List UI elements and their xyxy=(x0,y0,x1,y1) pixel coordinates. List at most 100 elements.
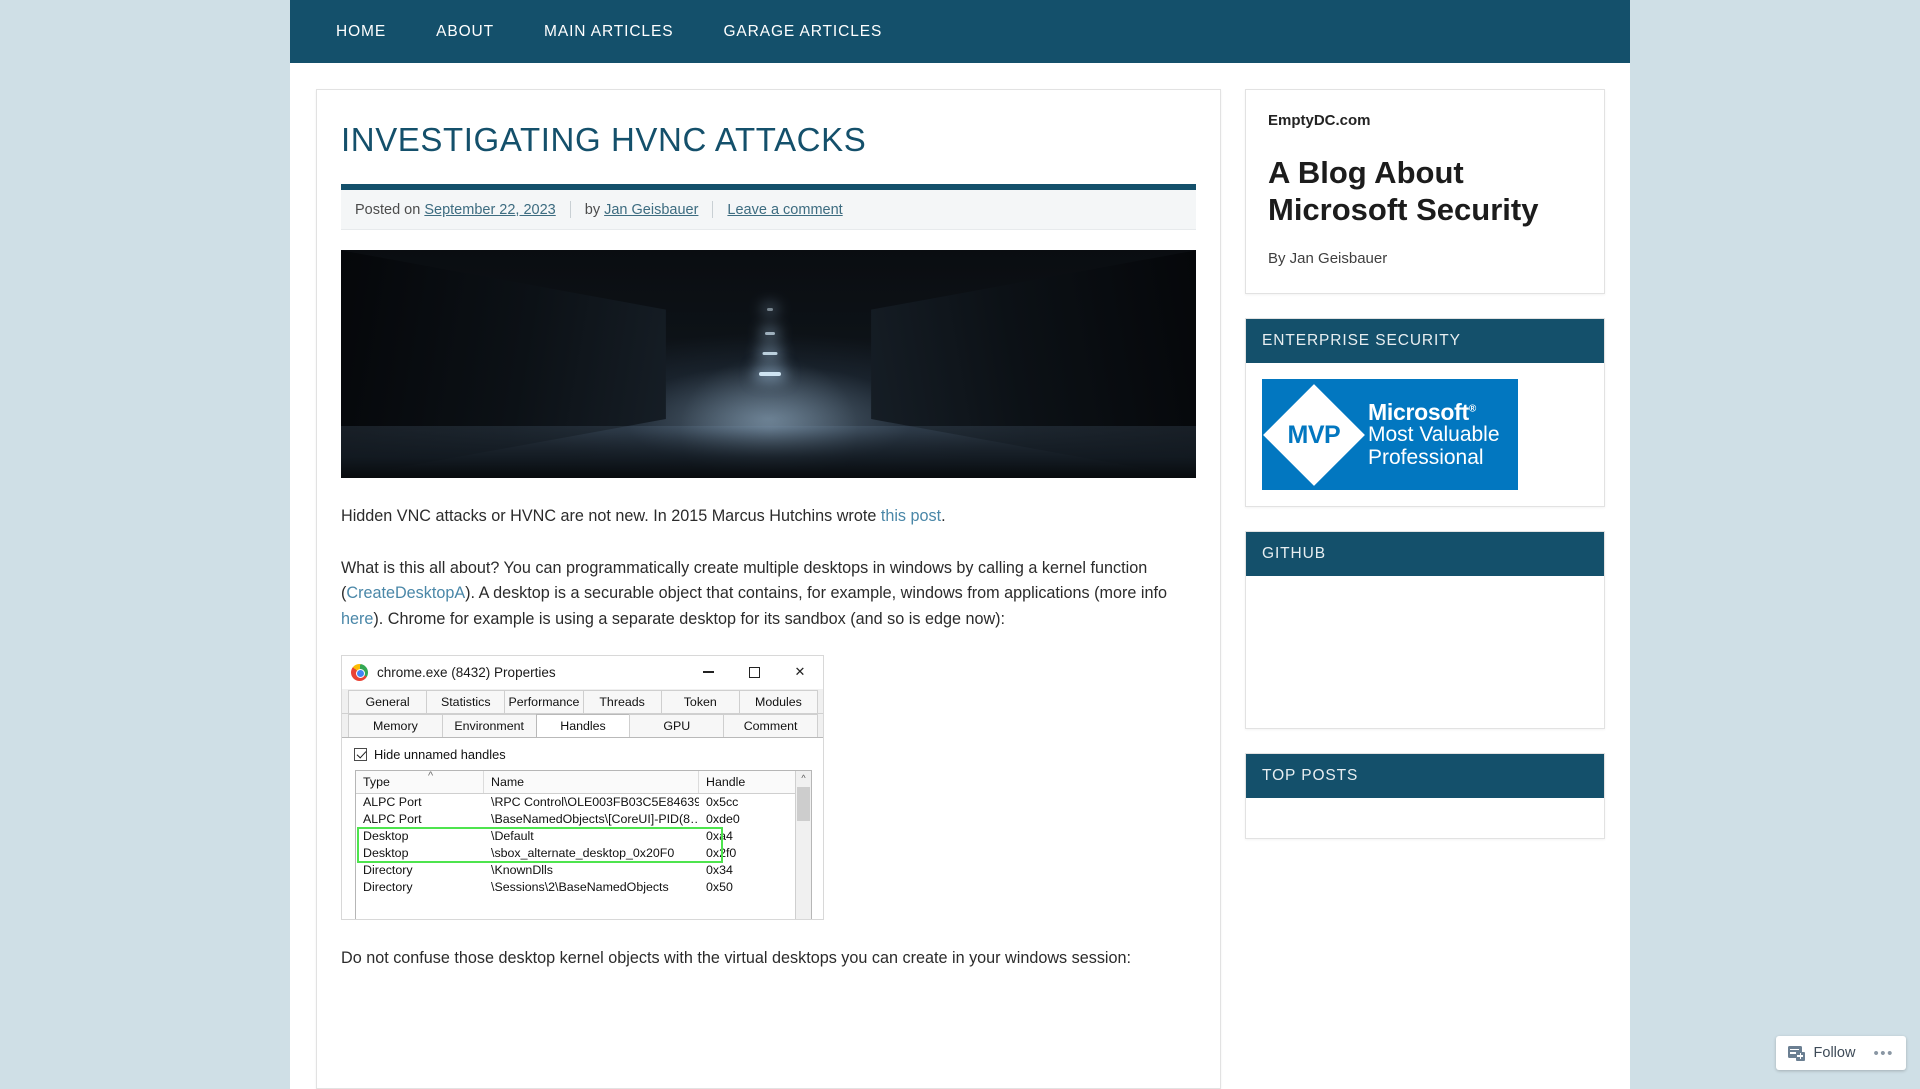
nav-item-home[interactable]: Home xyxy=(336,23,386,41)
paragraph-2-text-c: ). Chrome for example is using a separat… xyxy=(373,610,1006,629)
tab-token[interactable]: Token xyxy=(660,689,740,713)
follow-label: Follow xyxy=(1813,1045,1856,1061)
paragraph-2-text-b: ). A desktop is a securable object that … xyxy=(465,584,1167,603)
widget-body-top-posts xyxy=(1246,798,1604,838)
cell-name: \Sessions\2\BaseNamedObjects xyxy=(491,880,669,895)
close-icon[interactable]: ✕ xyxy=(777,656,823,690)
meta-separator-1 xyxy=(569,201,571,219)
table-row[interactable]: Directory \Sessions\2\BaseNamedObjects 0… xyxy=(356,879,811,896)
tab-general[interactable]: General xyxy=(348,689,428,713)
widget-title-enterprise-security: Enterprise Security xyxy=(1246,319,1604,364)
blog-author: By Jan Geisbauer xyxy=(1268,250,1388,268)
tab-statistics[interactable]: Statistics xyxy=(426,689,506,713)
tab-memory[interactable]: Memory xyxy=(348,713,443,737)
cell-name: \RPC Control\OLE003FB03C5E84639… xyxy=(491,795,699,810)
column-header-name[interactable]: Name xyxy=(484,770,699,793)
cell-name: \BaseNamedObjects\[CoreUI]-PID(8… xyxy=(491,812,699,827)
tunnel-floor xyxy=(341,425,1196,479)
site-frame: Home About Main Articles Garage Articles… xyxy=(290,0,1630,1089)
createdesktopa-link[interactable]: CreateDesktopA xyxy=(346,584,465,602)
follow-more-options-icon[interactable]: ••• xyxy=(1873,1045,1894,1062)
tab-comment[interactable]: Comment xyxy=(723,713,818,737)
sort-indicator-icon: ^ xyxy=(428,769,434,782)
table-row[interactable]: Directory \KnownDlls 0x34 xyxy=(356,862,811,879)
table-row[interactable]: ALPC Port \BaseNamedObjects\[CoreUI]-PID… xyxy=(356,811,811,828)
column-header-type[interactable]: Type xyxy=(356,770,484,793)
hide-unnamed-handles-row[interactable]: Hide unnamed handles xyxy=(342,737,823,770)
post-paragraph-3: Do not confuse those desktop kernel obje… xyxy=(341,948,1132,967)
post-meta-wrapper: Posted on September 22, 2023 by Jan Geis… xyxy=(317,184,1220,231)
ceiling-light-1 xyxy=(767,308,774,311)
scrollbar-thumb[interactable] xyxy=(797,786,810,821)
window-controls: ✕ xyxy=(685,656,823,690)
widget-enterprise-security: Enterprise Security MVP Microsoft® Most … xyxy=(1245,318,1605,508)
cell-name: \sbox_alternate_desktop_0x20F0 xyxy=(491,846,675,861)
widget-top-posts: Top Posts xyxy=(1245,753,1605,840)
nav-item-main-articles[interactable]: Main Articles xyxy=(544,23,673,41)
mvp-line-1: Microsoft® xyxy=(1368,398,1500,425)
cell-type: Directory xyxy=(363,863,413,878)
mvp-line-2: Most Valuable xyxy=(1368,423,1500,447)
this-post-link[interactable]: this post xyxy=(881,507,941,525)
post-paragraph-2: What is this all about? You can programm… xyxy=(317,556,1220,633)
mvp-microsoft-word: Microsoft xyxy=(1368,398,1469,425)
microsoft-mvp-badge[interactable]: MVP Microsoft® Most Valuable Professiona… xyxy=(1262,379,1518,491)
cell-type: Directory xyxy=(363,880,413,895)
ceiling-light-4 xyxy=(759,372,782,377)
post-date-link[interactable]: September 22, 2023 xyxy=(424,202,555,218)
cell-name: \Default xyxy=(491,829,534,844)
nav-item-about[interactable]: About xyxy=(436,23,494,41)
ceiling-light-3 xyxy=(762,351,778,356)
scroll-up-arrow-icon[interactable]: ^ xyxy=(796,771,811,786)
handles-table-header: ^ Type Name Handle xyxy=(356,769,811,794)
paragraph-1-text-b: . xyxy=(941,507,946,526)
mvp-diamond-icon: MVP xyxy=(1263,383,1365,486)
tab-performance[interactable]: Performance xyxy=(504,689,584,713)
post-meta: Posted on September 22, 2023 by Jan Geis… xyxy=(341,190,1196,231)
embedded-screenshot-process-properties: chrome.exe (8432) Properties ✕ General S… xyxy=(341,654,824,920)
sidebar: EmptyDC.com A Blog About Microsoft Secur… xyxy=(1245,89,1605,1089)
tab-gpu[interactable]: GPU xyxy=(629,713,725,737)
cell-type: Desktop xyxy=(363,829,409,844)
mvp-line-3: Professional xyxy=(1368,446,1484,470)
widget-body-enterprise-security: MVP Microsoft® Most Valuable Professiona… xyxy=(1246,363,1604,506)
tab-threads[interactable]: Threads xyxy=(582,689,662,713)
tab-modules[interactable]: Modules xyxy=(738,689,819,713)
screenshot-window-title: chrome.exe (8432) Properties xyxy=(377,664,556,680)
widget-body-github xyxy=(1246,576,1604,728)
table-row[interactable]: ALPC Port \RPC Control\OLE003FB03C5E8463… xyxy=(356,794,811,811)
screenshot-tab-row-2: Memory Environment Handles GPU Comment xyxy=(342,713,823,738)
leave-comment-link[interactable]: Leave a comment xyxy=(727,202,842,218)
handles-table: ^ Type Name Handle ALPC Port \RPC Contro… xyxy=(355,769,812,919)
hide-unnamed-handles-checkbox[interactable] xyxy=(354,747,367,761)
mvp-badge-text: Microsoft® Most Valuable Professional xyxy=(1368,398,1500,470)
widget-title-github: GitHub xyxy=(1246,532,1604,577)
here-link[interactable]: here xyxy=(341,610,373,628)
post-paragraph-1: Hidden VNC attacks or HVNC are not new. … xyxy=(317,504,1220,530)
site-name: EmptyDC.com xyxy=(1268,112,1371,129)
nav-item-garage-articles[interactable]: Garage Articles xyxy=(723,23,882,41)
hide-unnamed-handles-label: Hide unnamed handles xyxy=(374,746,506,762)
mvp-diamond-label: MVP xyxy=(1287,420,1341,449)
table-row[interactable]: Desktop \sbox_alternate_desktop_0x20F0 0… xyxy=(356,845,811,862)
minimize-icon[interactable] xyxy=(685,656,731,690)
table-vertical-scrollbar[interactable]: ^ xyxy=(795,770,811,919)
follow-icon xyxy=(1787,1045,1805,1061)
tab-handles[interactable]: Handles xyxy=(535,713,631,737)
table-row[interactable]: Desktop \Default 0xa4 xyxy=(356,828,811,845)
page-title: Investigating HVNC Attacks xyxy=(341,121,867,158)
widget-site-identity: EmptyDC.com A Blog About Microsoft Secur… xyxy=(1245,89,1605,295)
post-author-link[interactable]: Jan Geisbauer xyxy=(604,202,698,218)
by-label: by xyxy=(584,201,601,218)
page-root: Home About Main Articles Garage Articles… xyxy=(0,0,1920,1089)
widget-title-top-posts: Top Posts xyxy=(1246,754,1604,799)
highlighted-desktop-rows: Desktop \Default 0xa4 Desktop \sbox_alte… xyxy=(356,826,811,863)
meta-separator-2 xyxy=(712,201,714,219)
screenshot-tab-row-1: General Statistics Performance Threads T… xyxy=(342,689,823,714)
tab-environment[interactable]: Environment xyxy=(441,713,537,737)
follow-button[interactable]: Follow ••• xyxy=(1775,1036,1906,1070)
article-card: Investigating HVNC Attacks Posted on Sep… xyxy=(316,89,1221,1089)
cell-type: ALPC Port xyxy=(363,812,422,827)
maximize-icon[interactable] xyxy=(731,656,777,690)
screenshot-titlebar: chrome.exe (8432) Properties ✕ xyxy=(342,655,823,690)
